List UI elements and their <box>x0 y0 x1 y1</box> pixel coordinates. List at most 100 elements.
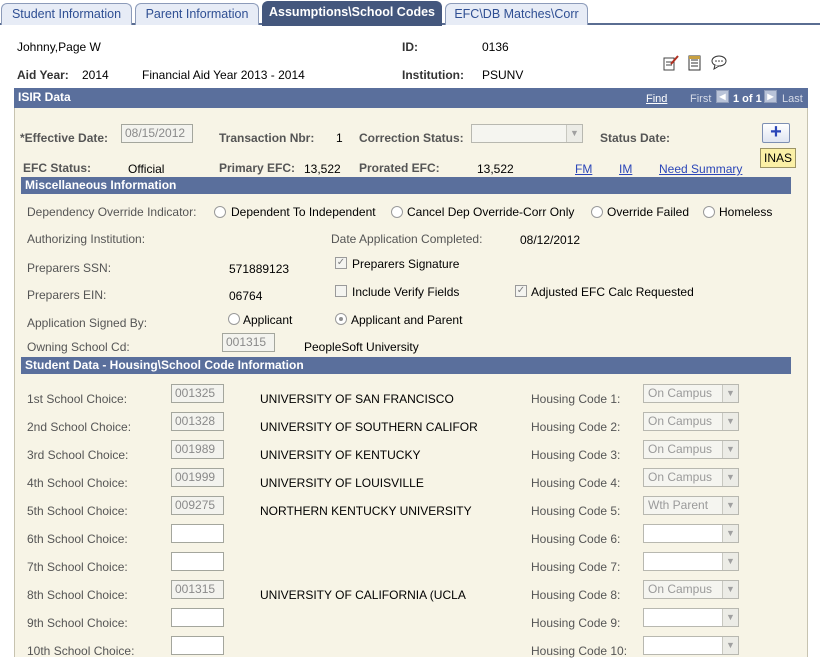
school-choice-label: 8th School Choice: <box>27 588 128 602</box>
school-choice-label: 2nd School Choice: <box>27 420 132 434</box>
radio-dependent-to-independent[interactable] <box>214 206 226 218</box>
find-link[interactable]: Find <box>646 93 667 105</box>
housing-code-select[interactable]: ▼ <box>643 636 739 655</box>
housing-code-select[interactable]: On Campus ▼ <box>643 440 739 459</box>
housing-code-label: Housing Code 3: <box>531 448 621 462</box>
preparers-signature-checkbox[interactable]: ✓ <box>335 257 347 269</box>
fm-link[interactable]: FM <box>575 162 592 176</box>
misc-info-header: Miscellaneous Information <box>21 177 791 194</box>
radio-cancel-dep-override[interactable] <box>391 206 403 218</box>
last-label: Last <box>782 93 803 105</box>
owning-school-label: Owning School Cd: <box>27 340 130 354</box>
chevron-down-icon: ▼ <box>722 525 738 542</box>
inas-button[interactable]: INAS <box>760 148 796 168</box>
school-name: UNIVERSITY OF LOUISVILLE <box>260 476 424 490</box>
institution-value: PSUNV <box>482 68 524 82</box>
housing-code-label: Housing Code 4: <box>531 476 621 490</box>
option-override-failed: Override Failed <box>607 205 690 219</box>
adjusted-efc-checkbox[interactable]: ✓ <box>515 285 527 297</box>
option-cancel-dep-override: Cancel Dep Override-Corr Only <box>407 205 575 219</box>
first-label: First <box>690 93 712 105</box>
institution-label: Institution: <box>402 68 464 82</box>
signed-by-label: Application Signed By: <box>27 316 148 330</box>
aid-year-description: Financial Aid Year 2013 - 2014 <box>142 68 305 82</box>
tab-assumptions-school-codes[interactable]: Assumptions\School Codes <box>262 1 442 26</box>
school-code-input[interactable] <box>171 636 224 655</box>
radio-applicant-and-parent[interactable] <box>335 313 347 325</box>
date-completed-label: Date Application Completed: <box>331 232 483 246</box>
effective-date-input[interactable]: 08/15/2012 <box>121 124 193 143</box>
school-choice-label: 9th School Choice: <box>27 616 128 630</box>
housing-code-select[interactable]: ▼ <box>643 608 739 627</box>
radio-applicant[interactable] <box>228 313 240 325</box>
school-code-input[interactable]: 001999 <box>171 468 224 487</box>
include-verify-label: Include Verify Fields <box>352 285 460 299</box>
housing-code-select[interactable]: On Campus ▼ <box>643 384 739 403</box>
school-choice-label: 6th School Choice: <box>27 532 128 546</box>
housing-code-value: Wth Parent <box>648 498 709 512</box>
chevron-down-icon: ▼ <box>722 609 738 626</box>
option-dependent-to-independent: Dependent To Independent <box>231 205 376 219</box>
previous-arrow-icon[interactable]: ◀ <box>716 90 729 103</box>
tab-parent-information[interactable]: Parent Information <box>135 3 259 25</box>
chevron-down-icon: ▼ <box>722 385 738 402</box>
school-code-input[interactable]: 001315 <box>171 580 224 599</box>
housing-code-value: On Campus <box>648 414 713 428</box>
primary-efc-label: Primary EFC: <box>219 161 296 175</box>
chevron-down-icon: ▼ <box>722 553 738 570</box>
aid-year-label: Aid Year: <box>17 68 69 82</box>
chevron-down-icon: ▼ <box>722 441 738 458</box>
next-arrow-icon[interactable]: ▶ <box>764 90 777 103</box>
housing-code-label: Housing Code 8: <box>531 588 621 602</box>
prorated-efc-label: Prorated EFC: <box>359 161 440 175</box>
efc-status-label: EFC Status: <box>23 161 92 175</box>
preparers-ein-value: 06764 <box>229 289 263 303</box>
housing-code-label: Housing Code 6: <box>531 532 621 546</box>
correction-status-select[interactable]: ▼ <box>471 124 583 143</box>
include-verify-checkbox[interactable] <box>335 285 347 297</box>
housing-code-select[interactable]: ▼ <box>643 524 739 543</box>
add-row-icon[interactable]: + <box>762 122 790 143</box>
status-date-label: Status Date: <box>600 131 671 145</box>
im-link[interactable]: IM <box>619 162 632 176</box>
need-summary-link[interactable]: Need Summary <box>659 162 742 176</box>
owning-school-code-input[interactable]: 001315 <box>222 333 275 352</box>
tab-efc-db-matches-corr[interactable]: EFC\DB Matches\Corr <box>445 3 588 25</box>
correction-status-label: Correction Status: <box>359 131 464 145</box>
transaction-nbr-value: 1 <box>336 131 343 145</box>
radio-override-failed[interactable] <box>591 206 603 218</box>
school-code-input[interactable]: 009275 <box>171 496 224 515</box>
housing-code-select[interactable]: Wth Parent ▼ <box>643 496 739 515</box>
school-code-input[interactable]: 001325 <box>171 384 224 403</box>
chevron-down-icon: ▼ <box>722 413 738 430</box>
tab-student-information[interactable]: Student Information <box>1 3 132 25</box>
transaction-nbr-label: Transaction Nbr: <box>219 131 315 145</box>
housing-code-select[interactable]: On Campus ▼ <box>643 412 739 431</box>
school-code-input[interactable]: 001989 <box>171 440 224 459</box>
option-applicant: Applicant <box>243 313 293 327</box>
document-icon[interactable] <box>688 55 702 71</box>
housing-code-select[interactable]: On Campus ▼ <box>643 468 739 487</box>
housing-code-label: Housing Code 10: <box>531 644 628 658</box>
school-choice-label: 7th School Choice: <box>27 560 128 574</box>
school-choice-label: 5th School Choice: <box>27 504 128 518</box>
primary-efc-value: 13,522 <box>304 162 341 176</box>
radio-homeless[interactable] <box>703 206 715 218</box>
notepad-pencil-icon[interactable] <box>663 55 679 71</box>
housing-school-code-header: Student Data - Housing\School Code Infor… <box>21 357 791 374</box>
school-choice-label: 10th School Choice: <box>27 644 135 658</box>
school-code-input[interactable] <box>171 608 224 627</box>
school-code-input[interactable] <box>171 552 224 571</box>
id-label: ID: <box>402 40 418 54</box>
housing-code-select[interactable]: ▼ <box>643 552 739 571</box>
school-name: UNIVERSITY OF CALIFORNIA (UCLA <box>260 588 466 602</box>
aid-year-value: 2014 <box>82 68 109 82</box>
comment-bubble-icon[interactable] <box>711 55 727 71</box>
preparers-ssn-value: 571889123 <box>229 262 290 276</box>
school-code-input[interactable]: 001328 <box>171 412 224 431</box>
option-applicant-and-parent: Applicant and Parent <box>351 313 463 327</box>
school-code-input[interactable] <box>171 524 224 543</box>
housing-code-select[interactable]: On Campus ▼ <box>643 580 739 599</box>
housing-code-label: Housing Code 2: <box>531 420 621 434</box>
chevron-down-icon: ▼ <box>722 469 738 486</box>
